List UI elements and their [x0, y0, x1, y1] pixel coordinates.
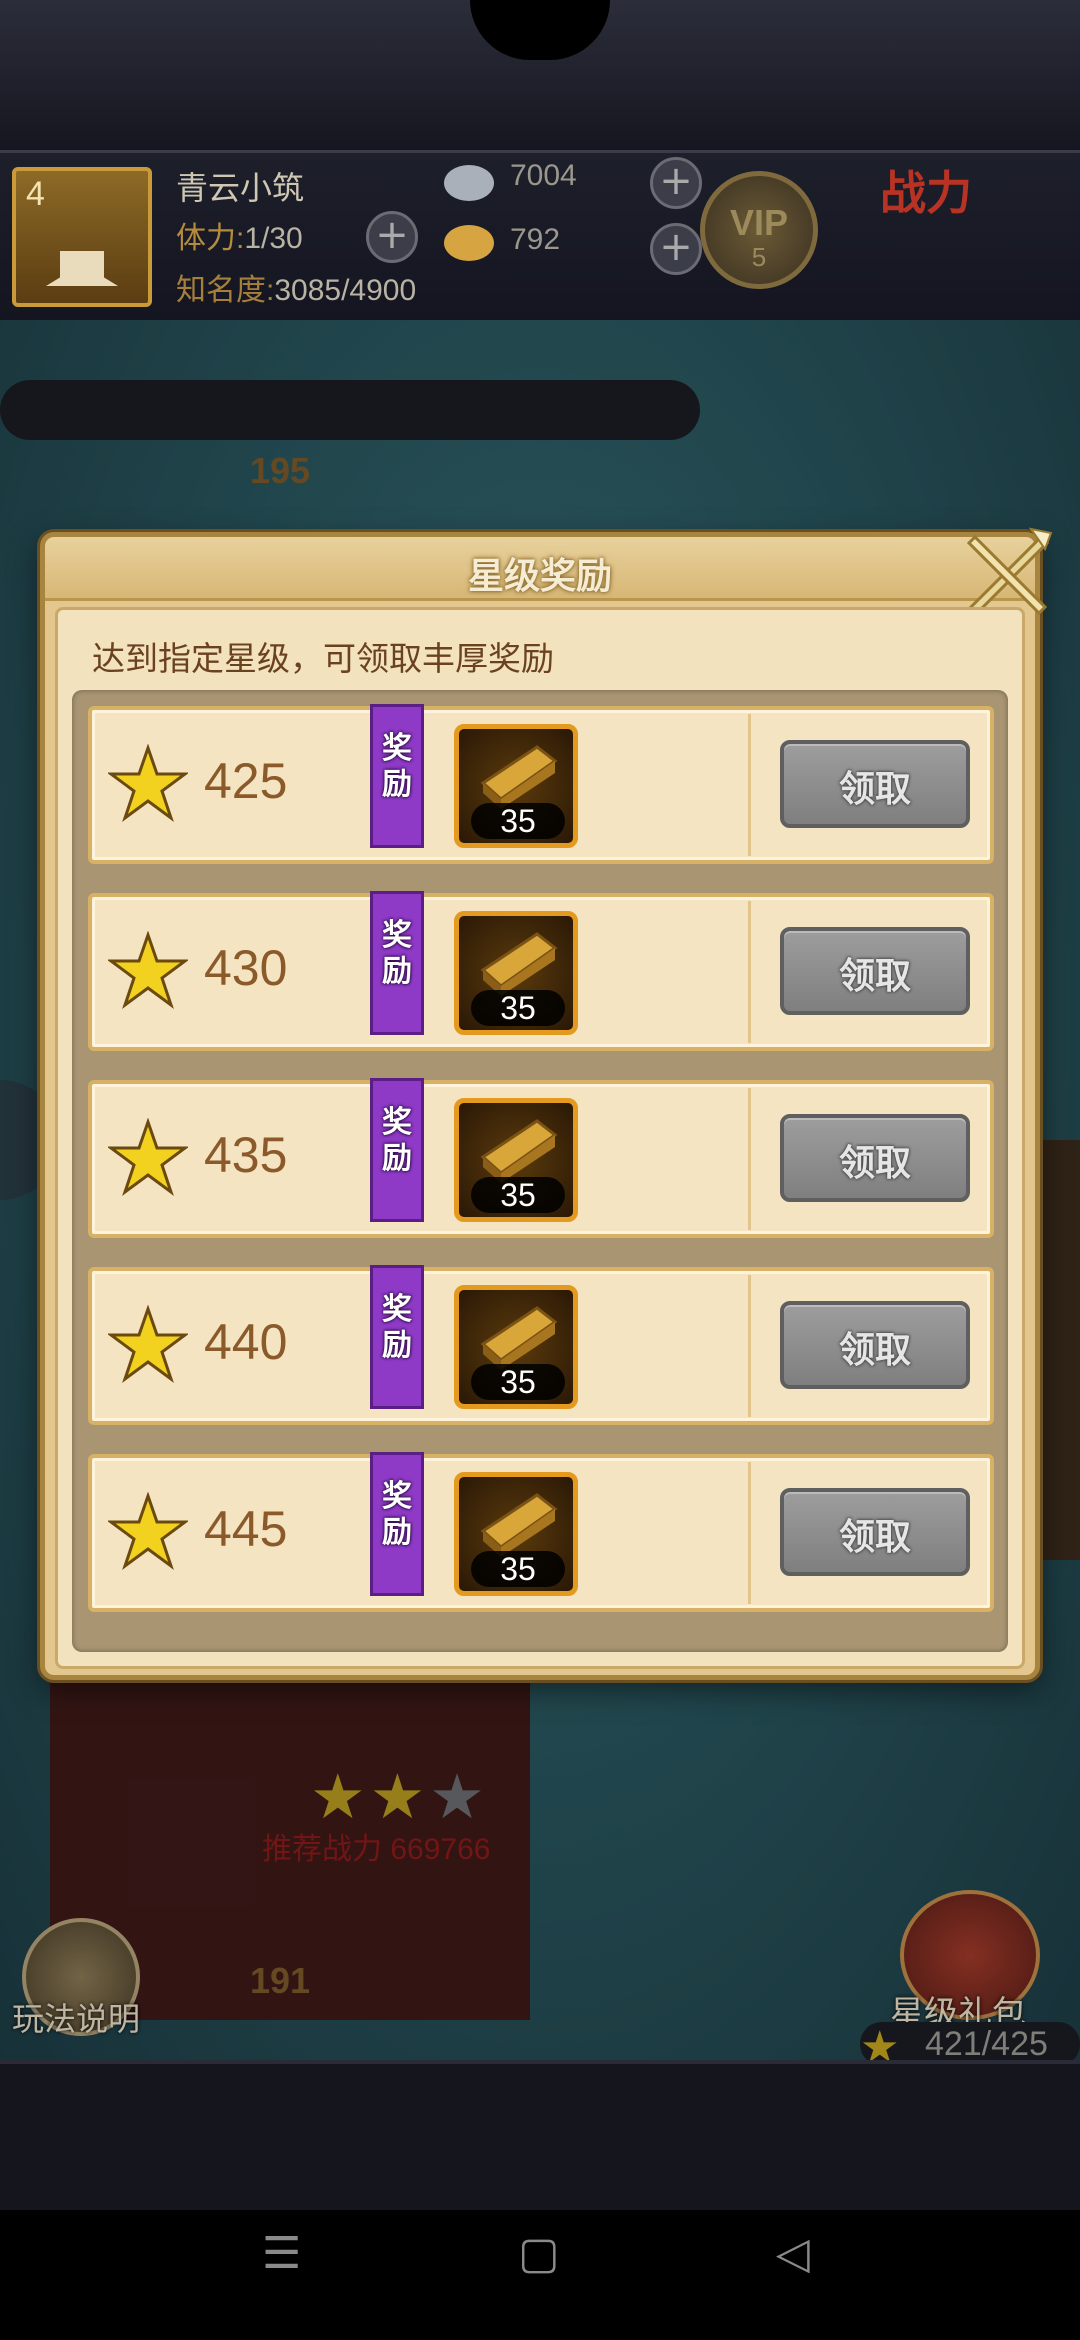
pavilion-icon-body — [60, 251, 104, 285]
reward-row: 445 奖励 35 领取 — [88, 1452, 994, 1612]
add-stamina-button[interactable]: + — [366, 211, 418, 263]
claim-label: 领取 — [838, 769, 911, 810]
reward-item[interactable]: 35 — [454, 911, 578, 1035]
fame-value: 3085/4900 — [274, 274, 417, 307]
silver-amount: 7004 — [510, 159, 577, 192]
claim-label: 领取 — [838, 1143, 911, 1184]
reward-row: 430 奖励 35 领取 — [88, 891, 994, 1051]
gold-ingot-icon — [480, 1119, 558, 1183]
home-icon[interactable]: ▢ — [518, 2228, 560, 2279]
claim-button[interactable]: 领取 — [780, 1114, 970, 1202]
reward-row: 440 奖励 35 领取 — [88, 1265, 994, 1425]
add-silver-button[interactable]: + — [650, 157, 702, 209]
menu-icon[interactable]: ☰ — [262, 2228, 301, 2279]
claim-button[interactable]: 领取 — [780, 1301, 970, 1389]
vip-label: VIP — [729, 202, 789, 243]
reward-tag-label: 奖励 — [382, 1479, 412, 1550]
gold-amount: 792 — [510, 223, 561, 256]
star-requirement: 440 — [204, 1314, 288, 1370]
item-count: 35 — [471, 1551, 565, 1587]
row-divider — [748, 1462, 751, 1604]
claim-label: 领取 — [838, 956, 911, 997]
star-reward-dialog: 星级奖励 达到指定星级，可领取丰厚奖励 425 奖励 35 领取 430 奖励 … — [40, 527, 1053, 1680]
silver-ingot-icon — [444, 165, 494, 201]
gold-ingot-icon — [444, 225, 494, 261]
fame: 知名度:3085/4900 — [176, 265, 416, 309]
vip-badge[interactable]: VIP 5 — [700, 171, 818, 289]
star-icon — [108, 1492, 188, 1571]
vip-level: 5 — [751, 242, 767, 272]
back-icon[interactable]: ◁ — [776, 2228, 810, 2279]
reward-item[interactable]: 35 — [454, 1285, 578, 1409]
star-icon — [108, 1118, 188, 1197]
player-avatar[interactable]: 4 — [12, 167, 152, 307]
claim-button[interactable]: 领取 — [780, 1488, 970, 1576]
gold-ingot-icon — [480, 745, 558, 809]
combat-power: 战力 — [880, 166, 972, 220]
gold-ingot-icon — [480, 932, 558, 996]
claim-button[interactable]: 领取 — [780, 927, 970, 1015]
top-banner — [0, 0, 1080, 150]
reward-row: 425 奖励 35 领取 — [88, 704, 994, 864]
stamina-label: 体力: — [176, 222, 245, 255]
star-icon — [108, 744, 188, 823]
system-nav-bar: ☰ ▢ ◁ — [0, 2210, 1080, 2340]
claim-button[interactable]: 领取 — [780, 740, 970, 828]
reward-tag-label: 奖励 — [382, 918, 412, 989]
gold-ingot-icon — [480, 1493, 558, 1557]
row-divider — [748, 1088, 751, 1230]
reward-tag: 奖励 — [370, 1452, 424, 1596]
dialog-body: 达到指定星级，可领取丰厚奖励 425 奖励 35 领取 430 奖励 35 领取… — [55, 607, 1025, 1669]
item-count: 35 — [471, 803, 565, 839]
reward-item[interactable]: 35 — [454, 724, 578, 848]
reward-tag: 奖励 — [370, 1265, 424, 1409]
star-icon — [108, 931, 188, 1010]
reward-row: 435 奖励 35 领取 — [88, 1078, 994, 1238]
star-requirement: 445 — [204, 1501, 288, 1557]
fame-label: 知名度: — [176, 274, 275, 307]
player-header: 4 青云小筑 体力:1/30 + 知名度:3085/4900 7004 + 79… — [0, 150, 1080, 320]
row-divider — [748, 714, 751, 856]
reward-tag: 奖励 — [370, 891, 424, 1035]
star-requirement: 430 — [204, 940, 288, 996]
add-gold-button[interactable]: + — [650, 223, 702, 275]
gold-ingot-icon — [480, 1306, 558, 1370]
player-level: 4 — [26, 175, 45, 213]
item-count: 35 — [471, 990, 565, 1026]
item-count: 35 — [471, 1177, 565, 1213]
row-divider — [748, 1275, 751, 1417]
reward-item[interactable]: 35 — [454, 1472, 578, 1596]
reward-tag-label: 奖励 — [382, 1105, 412, 1176]
dialog-subtitle: 达到指定星级，可领取丰厚奖励 — [92, 640, 554, 677]
reward-item[interactable]: 35 — [454, 1098, 578, 1222]
stamina: 体力:1/30 — [176, 213, 303, 257]
close-icon — [966, 527, 1053, 616]
row-divider — [748, 901, 751, 1043]
star-requirement: 435 — [204, 1127, 288, 1183]
reward-tag: 奖励 — [370, 704, 424, 848]
stamina-value: 1/30 — [244, 222, 303, 255]
top-ornament-icon — [470, 0, 610, 60]
star-icon — [108, 1305, 188, 1384]
dialog-title: 星级奖励 — [467, 556, 612, 597]
reward-tag: 奖励 — [370, 1078, 424, 1222]
reward-tag-label: 奖励 — [382, 731, 412, 802]
reward-list[interactable]: 425 奖励 35 领取 430 奖励 35 领取 435 奖励 35 领取 4… — [72, 690, 1008, 1652]
close-button[interactable] — [961, 523, 1053, 616]
player-name: 青云小筑 — [176, 170, 305, 206]
bottom-bar — [0, 2060, 1080, 2210]
star-requirement: 425 — [204, 753, 288, 809]
dialog-header: 星级奖励 — [45, 537, 1035, 601]
item-count: 35 — [471, 1364, 565, 1400]
reward-tag-label: 奖励 — [382, 1292, 412, 1363]
claim-label: 领取 — [838, 1517, 911, 1558]
claim-label: 领取 — [838, 1330, 911, 1371]
